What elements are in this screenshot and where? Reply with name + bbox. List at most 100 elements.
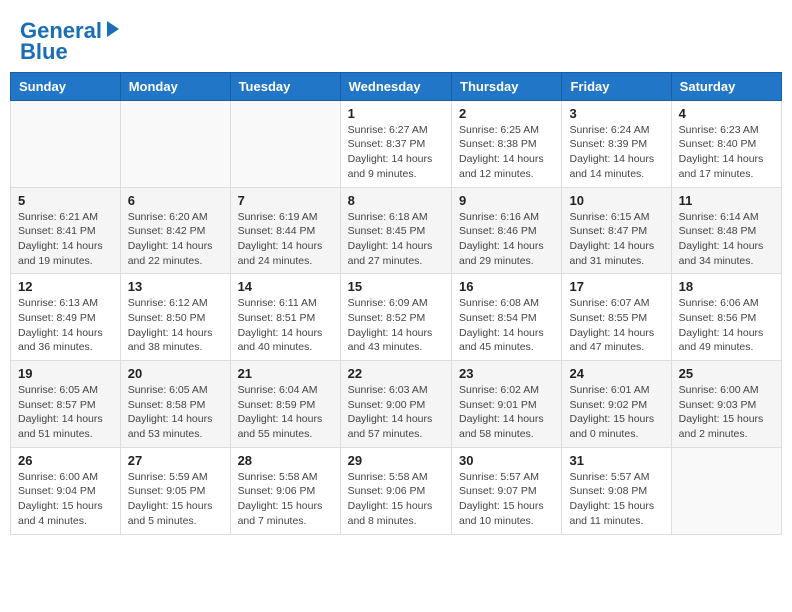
daylight-text: and 31 minutes. <box>569 255 644 267</box>
day-info: Sunrise: 6:05 AMSunset: 8:57 PMDaylight:… <box>18 383 113 442</box>
col-header-monday: Monday <box>120 72 230 100</box>
daylight-text: Daylight: 14 hours <box>348 153 433 165</box>
daylight-text: and 7 minutes. <box>238 515 307 527</box>
sunrise-text: Sunrise: 6:06 AM <box>679 297 759 309</box>
calendar-cell: 11Sunrise: 6:14 AMSunset: 8:48 PMDayligh… <box>671 187 781 274</box>
sunrise-text: Sunrise: 6:21 AM <box>18 211 98 223</box>
col-header-thursday: Thursday <box>452 72 562 100</box>
sunrise-text: Sunrise: 5:58 AM <box>238 471 318 483</box>
daylight-text: Daylight: 14 hours <box>238 327 323 339</box>
daylight-text: Daylight: 15 hours <box>459 500 544 512</box>
calendar-cell: 10Sunrise: 6:15 AMSunset: 8:47 PMDayligh… <box>562 187 671 274</box>
daylight-text: Daylight: 14 hours <box>459 413 544 425</box>
daylight-text: and 19 minutes. <box>18 255 93 267</box>
sunrise-text: Sunrise: 6:01 AM <box>569 384 649 396</box>
sunset-text: Sunset: 9:01 PM <box>459 399 537 411</box>
sunrise-text: Sunrise: 6:18 AM <box>348 211 428 223</box>
calendar-cell: 13Sunrise: 6:12 AMSunset: 8:50 PMDayligh… <box>120 274 230 361</box>
sunrise-text: Sunrise: 5:57 AM <box>459 471 539 483</box>
sunrise-text: Sunrise: 6:03 AM <box>348 384 428 396</box>
daylight-text: Daylight: 15 hours <box>679 413 764 425</box>
calendar-week-row: 26Sunrise: 6:00 AMSunset: 9:04 PMDayligh… <box>11 447 782 534</box>
daylight-text: Daylight: 14 hours <box>569 327 654 339</box>
day-number: 1 <box>348 106 444 121</box>
sunset-text: Sunset: 8:51 PM <box>238 312 316 324</box>
day-number: 25 <box>679 366 774 381</box>
day-info: Sunrise: 6:16 AMSunset: 8:46 PMDaylight:… <box>459 210 554 269</box>
sunset-text: Sunset: 8:57 PM <box>18 399 96 411</box>
day-number: 28 <box>238 453 333 468</box>
day-info: Sunrise: 6:01 AMSunset: 9:02 PMDaylight:… <box>569 383 663 442</box>
calendar-cell <box>11 100 121 187</box>
day-info: Sunrise: 5:57 AMSunset: 9:08 PMDaylight:… <box>569 470 663 529</box>
day-info: Sunrise: 6:12 AMSunset: 8:50 PMDaylight:… <box>128 296 223 355</box>
calendar-week-row: 19Sunrise: 6:05 AMSunset: 8:57 PMDayligh… <box>11 361 782 448</box>
calendar-cell: 3Sunrise: 6:24 AMSunset: 8:39 PMDaylight… <box>562 100 671 187</box>
daylight-text: and 38 minutes. <box>128 341 203 353</box>
sunset-text: Sunset: 9:08 PM <box>569 485 647 497</box>
day-number: 30 <box>459 453 554 468</box>
day-number: 21 <box>238 366 333 381</box>
daylight-text: Daylight: 15 hours <box>128 500 213 512</box>
daylight-text: and 14 minutes. <box>569 168 644 180</box>
day-info: Sunrise: 6:07 AMSunset: 8:55 PMDaylight:… <box>569 296 663 355</box>
day-info: Sunrise: 6:21 AMSunset: 8:41 PMDaylight:… <box>18 210 113 269</box>
calendar-cell: 29Sunrise: 5:58 AMSunset: 9:06 PMDayligh… <box>340 447 451 534</box>
sunrise-text: Sunrise: 6:14 AM <box>679 211 759 223</box>
calendar-week-row: 1Sunrise: 6:27 AMSunset: 8:37 PMDaylight… <box>11 100 782 187</box>
day-info: Sunrise: 5:58 AMSunset: 9:06 PMDaylight:… <box>238 470 333 529</box>
daylight-text: and 43 minutes. <box>348 341 423 353</box>
daylight-text: and 34 minutes. <box>679 255 754 267</box>
logo-blue-text: Blue <box>20 42 68 62</box>
day-info: Sunrise: 6:23 AMSunset: 8:40 PMDaylight:… <box>679 123 774 182</box>
sunset-text: Sunset: 8:39 PM <box>569 138 647 150</box>
sunrise-text: Sunrise: 6:13 AM <box>18 297 98 309</box>
day-number: 23 <box>459 366 554 381</box>
sunrise-text: Sunrise: 6:04 AM <box>238 384 318 396</box>
day-info: Sunrise: 6:20 AMSunset: 8:42 PMDaylight:… <box>128 210 223 269</box>
daylight-text: Daylight: 14 hours <box>348 413 433 425</box>
sunset-text: Sunset: 8:54 PM <box>459 312 537 324</box>
daylight-text: and 2 minutes. <box>679 428 748 440</box>
day-info: Sunrise: 5:59 AMSunset: 9:05 PMDaylight:… <box>128 470 223 529</box>
calendar-cell: 24Sunrise: 6:01 AMSunset: 9:02 PMDayligh… <box>562 361 671 448</box>
day-info: Sunrise: 6:25 AMSunset: 8:38 PMDaylight:… <box>459 123 554 182</box>
logo: General Blue <box>20 18 122 62</box>
daylight-text: and 22 minutes. <box>128 255 203 267</box>
calendar-week-row: 5Sunrise: 6:21 AMSunset: 8:41 PMDaylight… <box>11 187 782 274</box>
daylight-text: Daylight: 14 hours <box>569 153 654 165</box>
sunrise-text: Sunrise: 5:58 AM <box>348 471 428 483</box>
daylight-text: Daylight: 14 hours <box>348 327 433 339</box>
day-number: 18 <box>679 279 774 294</box>
sunrise-text: Sunrise: 6:24 AM <box>569 124 649 136</box>
daylight-text: Daylight: 14 hours <box>679 240 764 252</box>
sunrise-text: Sunrise: 6:16 AM <box>459 211 539 223</box>
sunset-text: Sunset: 8:58 PM <box>128 399 206 411</box>
sunrise-text: Sunrise: 6:00 AM <box>18 471 98 483</box>
daylight-text: and 57 minutes. <box>348 428 423 440</box>
calendar-week-row: 12Sunrise: 6:13 AMSunset: 8:49 PMDayligh… <box>11 274 782 361</box>
sunset-text: Sunset: 9:00 PM <box>348 399 426 411</box>
daylight-text: Daylight: 15 hours <box>18 500 103 512</box>
sunset-text: Sunset: 8:45 PM <box>348 225 426 237</box>
day-number: 31 <box>569 453 663 468</box>
daylight-text: Daylight: 14 hours <box>128 240 213 252</box>
sunset-text: Sunset: 8:47 PM <box>569 225 647 237</box>
sunset-text: Sunset: 8:40 PM <box>679 138 757 150</box>
day-info: Sunrise: 6:02 AMSunset: 9:01 PMDaylight:… <box>459 383 554 442</box>
daylight-text: Daylight: 14 hours <box>459 327 544 339</box>
col-header-friday: Friday <box>562 72 671 100</box>
sunset-text: Sunset: 9:04 PM <box>18 485 96 497</box>
sunset-text: Sunset: 8:46 PM <box>459 225 537 237</box>
sunset-text: Sunset: 8:37 PM <box>348 138 426 150</box>
calendar-cell: 1Sunrise: 6:27 AMSunset: 8:37 PMDaylight… <box>340 100 451 187</box>
sunset-text: Sunset: 8:52 PM <box>348 312 426 324</box>
sunrise-text: Sunrise: 6:05 AM <box>128 384 208 396</box>
calendar-cell: 7Sunrise: 6:19 AMSunset: 8:44 PMDaylight… <box>230 187 340 274</box>
sunset-text: Sunset: 9:03 PM <box>679 399 757 411</box>
sunset-text: Sunset: 8:50 PM <box>128 312 206 324</box>
sunrise-text: Sunrise: 5:57 AM <box>569 471 649 483</box>
daylight-text: and 45 minutes. <box>459 341 534 353</box>
day-number: 10 <box>569 193 663 208</box>
calendar-cell: 17Sunrise: 6:07 AMSunset: 8:55 PMDayligh… <box>562 274 671 361</box>
